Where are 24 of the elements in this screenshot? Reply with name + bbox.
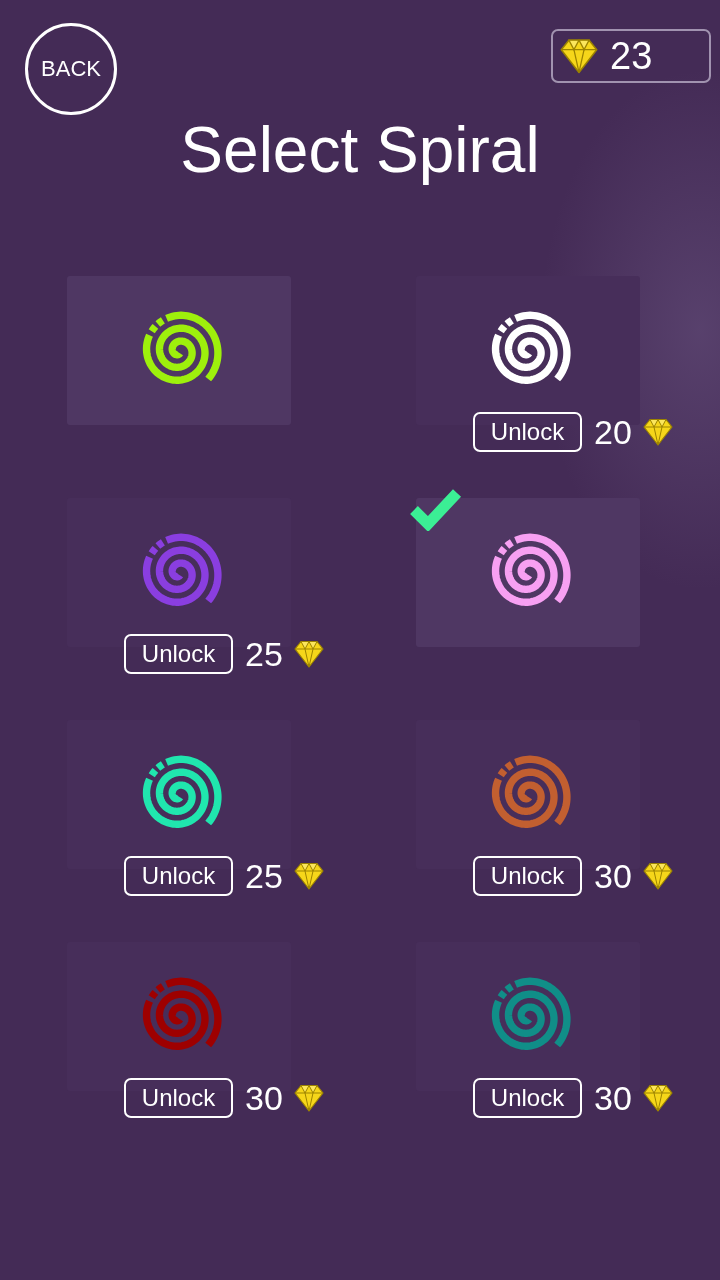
unlock-button[interactable]: Unlock bbox=[473, 1078, 582, 1118]
spiral-tile[interactable] bbox=[416, 498, 640, 647]
diamond-icon bbox=[293, 1084, 324, 1112]
price-text: 25 bbox=[245, 856, 283, 896]
gem-count: 23 bbox=[610, 34, 653, 78]
spiral-tile[interactable] bbox=[67, 276, 291, 425]
unlock-button[interactable]: Unlock bbox=[473, 856, 582, 896]
diamond-icon bbox=[642, 862, 673, 890]
unlock-button[interactable]: Unlock bbox=[124, 634, 233, 674]
price-text: 30 bbox=[245, 1078, 283, 1118]
diamond-icon bbox=[642, 418, 673, 446]
diamond-icon bbox=[293, 862, 324, 890]
price-text: 30 bbox=[594, 1078, 632, 1118]
diamond-icon bbox=[642, 1084, 673, 1112]
unlock-button[interactable]: Unlock bbox=[124, 856, 233, 896]
diamond-icon bbox=[293, 640, 324, 668]
diamond-icon bbox=[560, 38, 598, 74]
back-button[interactable]: BACK bbox=[25, 23, 117, 115]
price-text: 20 bbox=[594, 412, 632, 452]
unlock-button[interactable]: Unlock bbox=[124, 1078, 233, 1118]
unlock-button[interactable]: Unlock bbox=[473, 412, 582, 452]
price-text: 25 bbox=[245, 634, 283, 674]
page-title: Select Spiral bbox=[179, 113, 541, 187]
price-text: 30 bbox=[594, 856, 632, 896]
